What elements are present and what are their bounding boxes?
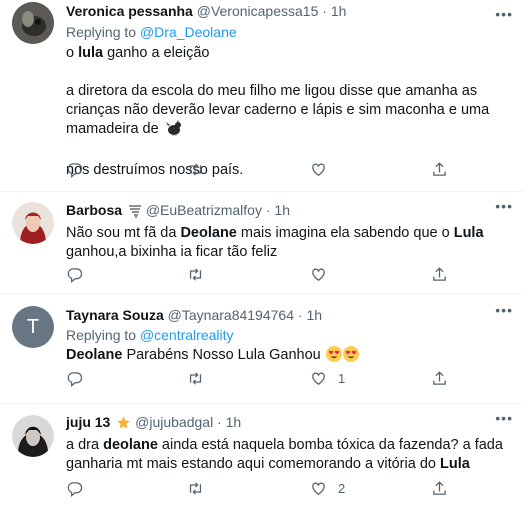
tweet-actions <box>66 161 456 181</box>
replying-to: Replying to @Dra_Deolane <box>66 24 237 40</box>
mention-link[interactable]: @Dra_Deolane <box>140 24 237 40</box>
timestamp[interactable]: 1h <box>331 3 347 19</box>
avatar-letter: T <box>26 315 40 338</box>
like-count: 1 <box>338 371 346 386</box>
separator: · <box>217 414 222 430</box>
more-icon[interactable]: ••• <box>495 6 513 22</box>
username[interactable]: @Taynara84194764 <box>168 307 294 323</box>
display-name[interactable]: Veronica pessanha <box>66 3 193 19</box>
share-icon <box>433 162 446 176</box>
display-name[interactable]: juju 13 <box>66 414 110 430</box>
like-button[interactable]: 1 <box>310 370 345 387</box>
reply-icon <box>67 268 83 283</box>
share-button[interactable] <box>431 266 448 283</box>
retweet-icon <box>189 372 202 385</box>
retweet-icon <box>189 163 202 176</box>
avatar[interactable] <box>12 202 54 244</box>
retweet-button[interactable] <box>187 161 204 178</box>
share-icon <box>433 371 446 385</box>
tweet-text: a dra deolane ainda está naquela bomba t… <box>66 437 503 472</box>
separator: · <box>297 307 303 323</box>
share-button[interactable] <box>431 480 448 497</box>
tweet-header: juju 13 @jujubadgal · 1h <box>66 413 509 434</box>
tweet-header: Taynara Souza @Taynara84194764 · 1h <box>66 306 509 324</box>
tweet-actions: 1 <box>66 370 456 390</box>
mention-link[interactable]: @centralreality <box>140 327 234 343</box>
star-emoji <box>116 415 131 434</box>
tweet-text: o lula ganho a eleição a diretora da esc… <box>66 45 490 178</box>
share-button[interactable] <box>431 370 448 387</box>
avatar[interactable] <box>12 415 54 457</box>
separator: · <box>322 3 327 19</box>
tweet[interactable]: juju 13 @jujubadgal · 1h a dra deolane a… <box>0 404 523 519</box>
more-icon[interactable]: ••• <box>495 198 513 214</box>
reply-icon <box>67 372 83 387</box>
heart-eyes-emoji <box>342 346 359 362</box>
reply-icon <box>67 482 83 497</box>
reply-button[interactable] <box>66 480 83 497</box>
like-button[interactable] <box>310 161 327 178</box>
timestamp[interactable]: 1h <box>274 202 290 218</box>
reply-icon <box>67 163 83 178</box>
retweet-icon <box>189 482 202 495</box>
tweet[interactable]: T Taynara Souza @Taynara84194764 · 1h Re… <box>0 294 523 404</box>
username[interactable]: @Veronicapessa15 <box>197 3 319 19</box>
retweet-button[interactable] <box>187 266 204 283</box>
retweet-button[interactable] <box>187 370 204 387</box>
heart-eyes-emoji <box>325 346 342 362</box>
rooster-emoji <box>165 120 183 142</box>
tweet[interactable]: Veronica pessanha @Veronicapessa15 · 1h … <box>0 0 523 192</box>
timestamp[interactable]: 1h <box>226 414 242 430</box>
avatar[interactable]: T <box>12 306 54 348</box>
tweet-header: Barbosa @EuBeatrizmalfoy · 1h <box>66 201 509 222</box>
share-icon <box>433 481 446 495</box>
tweet-actions <box>66 266 456 286</box>
more-icon[interactable]: ••• <box>495 410 513 426</box>
timestamp[interactable]: 1h <box>306 307 322 323</box>
username[interactable]: @jujubadgal <box>135 414 213 430</box>
tweet-text: Deolane Parabéns Nosso Lula Ganhou <box>66 346 509 365</box>
reply-button[interactable] <box>66 266 83 283</box>
like-icon <box>312 372 325 385</box>
replying-to: Replying to @centralreality <box>66 327 234 343</box>
like-icon <box>312 482 325 495</box>
display-name[interactable]: Barbosa <box>66 202 122 218</box>
like-button[interactable]: 2 <box>310 480 345 497</box>
like-icon <box>312 163 325 176</box>
reply-button[interactable] <box>66 370 83 387</box>
more-icon[interactable]: ••• <box>495 302 513 318</box>
tweet-text: Não sou mt fã da Deolane mais imagina el… <box>66 225 484 260</box>
tweet[interactable]: Barbosa @EuBeatrizmalfoy · 1h Não sou mt… <box>0 192 523 294</box>
retweet-icon <box>189 268 202 281</box>
like-button[interactable] <box>310 266 327 283</box>
tornado-emoji <box>128 204 142 222</box>
reply-button[interactable] <box>66 161 83 178</box>
share-button[interactable] <box>431 161 448 178</box>
like-icon <box>312 268 325 281</box>
tweet-header: Veronica pessanha @Veronicapessa15 · 1h <box>66 2 509 20</box>
retweet-button[interactable] <box>187 480 204 497</box>
separator: · <box>265 202 271 218</box>
tweet-actions: 2 <box>66 480 456 500</box>
avatar[interactable] <box>12 2 54 44</box>
username[interactable]: @EuBeatrizmalfoy <box>146 202 262 218</box>
share-icon <box>433 267 446 281</box>
display-name[interactable]: Taynara Souza <box>66 307 164 323</box>
like-count: 2 <box>338 481 346 496</box>
